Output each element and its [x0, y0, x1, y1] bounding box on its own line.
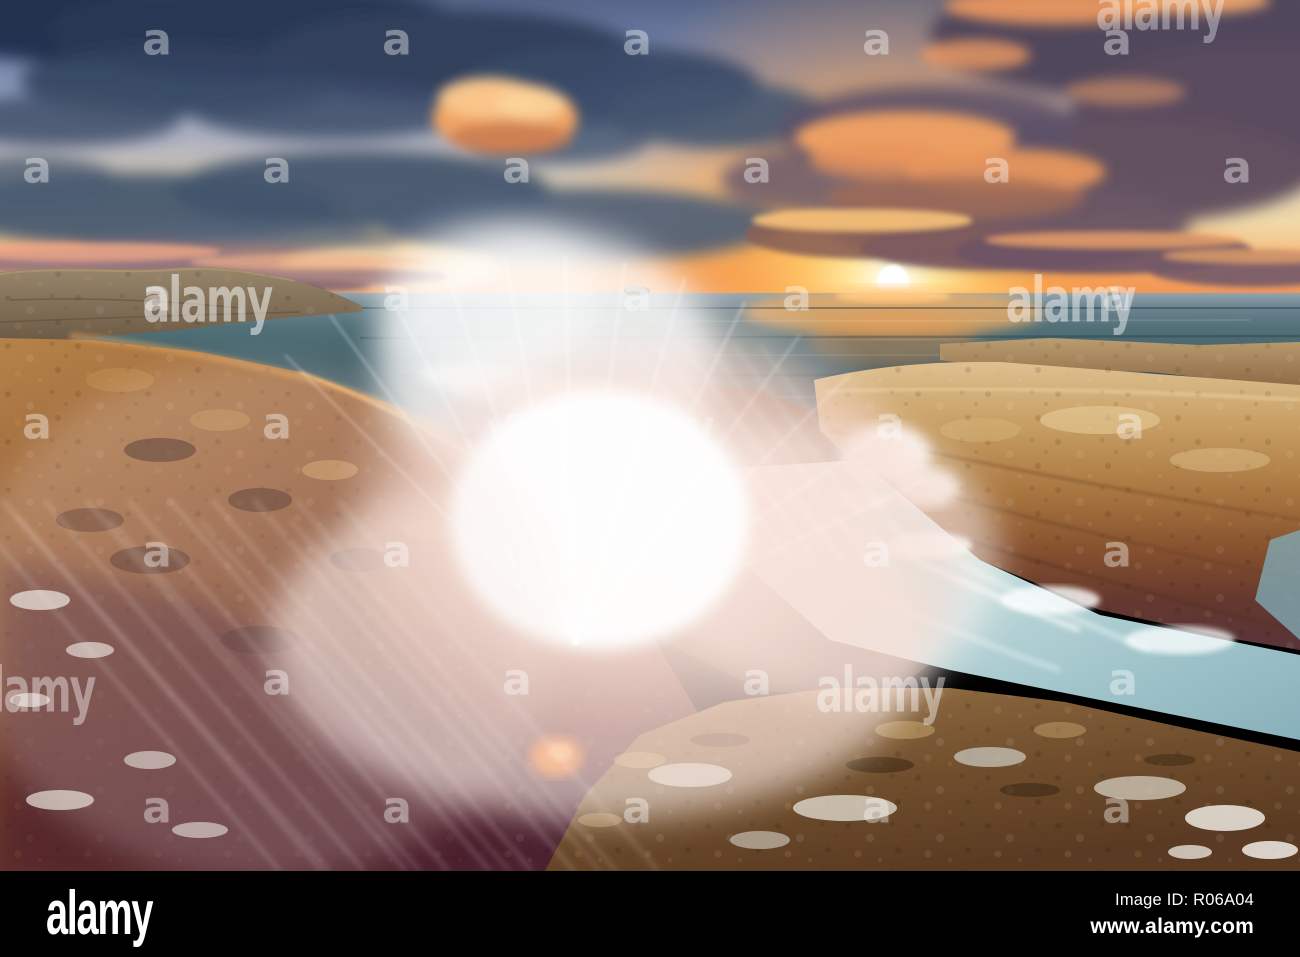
footer-bar: alamy Image ID: R06A04 www.alamy.com — [0, 871, 1300, 957]
alamy-logo: alamy — [46, 879, 153, 948]
stock-photo: a a a a a a a a a a a a a a a a a a a a a a a a a a a a a a a a a a a alamy… — [0, 0, 1300, 871]
coastal-sunset-scene — [0, 0, 1300, 871]
website-url: www.alamy.com — [1090, 915, 1254, 938]
rock-pool — [1094, 776, 1186, 800]
rock-pool — [954, 747, 1026, 767]
image-id: Image ID: R06A04 — [1115, 891, 1254, 909]
stock-photo-page: a a a a a a a a a a a a a a a a a a a a a a a a a a a a a a a a a a a alamy… — [0, 0, 1300, 957]
rock-pool — [793, 795, 897, 821]
footer-meta: Image ID: R06A04 www.alamy.com — [1090, 891, 1254, 939]
